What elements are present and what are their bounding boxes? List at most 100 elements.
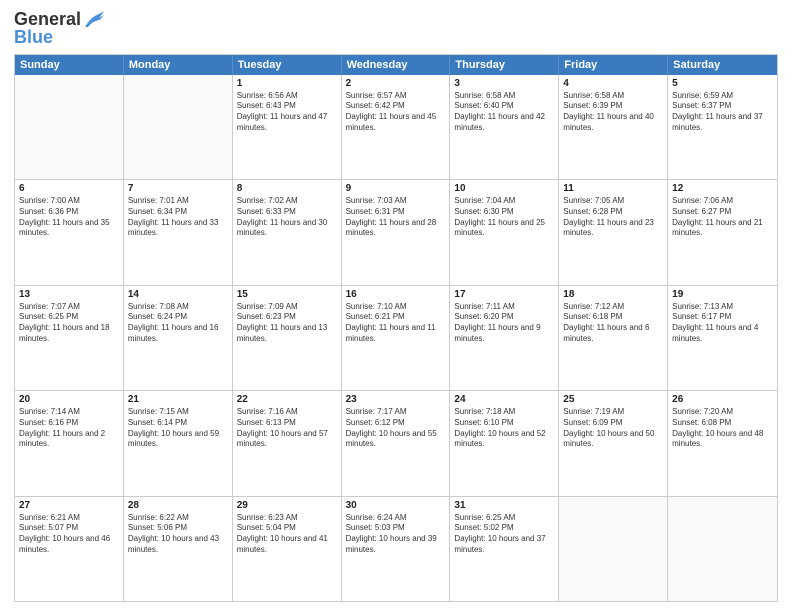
cell-info: Sunrise: 7:10 AMSunset: 6:21 PMDaylight:… [346,302,446,345]
day-number: 6 [19,183,119,194]
cell-info: Sunrise: 6:25 AMSunset: 5:02 PMDaylight:… [454,513,554,556]
cal-cell-day-1: 1 Sunrise: 6:56 AMSunset: 6:43 PMDaylight… [233,75,342,179]
cal-cell-day-27: 27 Sunrise: 6:21 AMSunset: 5:07 PMDayligh… [15,497,124,601]
cell-info: Sunrise: 7:12 AMSunset: 6:18 PMDaylight:… [563,302,663,345]
cal-cell-empty [124,75,233,179]
cell-info: Sunrise: 7:07 AMSunset: 6:25 PMDaylight:… [19,302,119,345]
day-number: 29 [237,500,337,511]
logo: General Blue [14,10,105,48]
cell-info: Sunrise: 7:16 AMSunset: 6:13 PMDaylight:… [237,407,337,450]
day-number: 11 [563,183,663,194]
cal-cell-day-29: 29 Sunrise: 6:23 AMSunset: 5:04 PMDayligh… [233,497,342,601]
day-number: 9 [346,183,446,194]
cell-info: Sunrise: 7:15 AMSunset: 6:14 PMDaylight:… [128,407,228,450]
cell-info: Sunrise: 7:08 AMSunset: 6:24 PMDaylight:… [128,302,228,345]
day-number: 4 [563,78,663,89]
cal-cell-day-2: 2 Sunrise: 6:57 AMSunset: 6:42 PMDaylight… [342,75,451,179]
cal-cell-day-14: 14 Sunrise: 7:08 AMSunset: 6:24 PMDayligh… [124,286,233,390]
cell-info: Sunrise: 6:57 AMSunset: 6:42 PMDaylight:… [346,91,446,134]
calendar: SundayMondayTuesdayWednesdayThursdayFrid… [14,54,778,602]
cal-cell-empty [15,75,124,179]
cal-cell-day-21: 21 Sunrise: 7:15 AMSunset: 6:14 PMDayligh… [124,391,233,495]
cal-cell-empty [668,497,777,601]
cal-week-1: 1 Sunrise: 6:56 AMSunset: 6:43 PMDaylight… [15,75,777,179]
cal-cell-day-15: 15 Sunrise: 7:09 AMSunset: 6:23 PMDayligh… [233,286,342,390]
cal-cell-day-25: 25 Sunrise: 7:19 AMSunset: 6:09 PMDayligh… [559,391,668,495]
cal-cell-day-4: 4 Sunrise: 6:58 AMSunset: 6:39 PMDaylight… [559,75,668,179]
cal-cell-day-6: 6 Sunrise: 7:00 AMSunset: 6:36 PMDaylight… [15,180,124,284]
cal-header-saturday: Saturday [668,55,777,75]
cell-info: Sunrise: 7:17 AMSunset: 6:12 PMDaylight:… [346,407,446,450]
cal-cell-day-12: 12Sunrise: 7:06 AMSunset: 6:27 PMDayligh… [668,180,777,284]
day-number: 5 [672,78,773,89]
day-number: 30 [346,500,446,511]
cal-header-tuesday: Tuesday [233,55,342,75]
day-number: 15 [237,289,337,300]
cal-cell-day-5: 5 Sunrise: 6:59 AMSunset: 6:37 PMDaylight… [668,75,777,179]
cal-cell-day-28: 28 Sunrise: 6:22 AMSunset: 5:06 PMDayligh… [124,497,233,601]
day-number: 2 [346,78,446,89]
cell-info: Sunrise: 6:24 AMSunset: 5:03 PMDaylight:… [346,513,446,556]
cell-info: Sunrise: 7:19 AMSunset: 6:09 PMDaylight:… [563,407,663,450]
cell-info: Sunrise: 7:09 AMSunset: 6:23 PMDaylight:… [237,302,337,345]
cal-cell-day-9: 9Sunrise: 7:03 AMSunset: 6:31 PMDaylight… [342,180,451,284]
cal-week-4: 20Sunrise: 7:14 AMSunset: 6:16 PMDayligh… [15,390,777,495]
cal-cell-day-13: 13Sunrise: 7:07 AMSunset: 6:25 PMDayligh… [15,286,124,390]
calendar-header: SundayMondayTuesdayWednesdayThursdayFrid… [15,55,777,75]
day-number: 31 [454,500,554,511]
day-number: 28 [128,500,228,511]
cal-cell-day-24: 24 Sunrise: 7:18 AMSunset: 6:10 PMDayligh… [450,391,559,495]
day-number: 17 [454,289,554,300]
header: General Blue [14,10,778,48]
day-number: 25 [563,394,663,405]
cell-info: Sunrise: 6:58 AMSunset: 6:39 PMDaylight:… [563,91,663,134]
cell-info: Sunrise: 6:59 AMSunset: 6:37 PMDaylight:… [672,91,773,134]
cell-info: Sunrise: 7:18 AMSunset: 6:10 PMDaylight:… [454,407,554,450]
cell-info: Sunrise: 7:02 AMSunset: 6:33 PMDaylight:… [237,196,337,239]
cell-info: Sunrise: 7:04 AMSunset: 6:30 PMDaylight:… [454,196,554,239]
cell-info: Sunrise: 6:23 AMSunset: 5:04 PMDaylight:… [237,513,337,556]
cell-info: Sunrise: 6:58 AMSunset: 6:40 PMDaylight:… [454,91,554,134]
logo-bird-svg [83,9,105,29]
day-number: 18 [563,289,663,300]
page: General Blue SundayMondayTuesdayWednesda… [0,0,792,612]
day-number: 8 [237,183,337,194]
cell-info: Sunrise: 6:21 AMSunset: 5:07 PMDaylight:… [19,513,119,556]
day-number: 27 [19,500,119,511]
cal-header-wednesday: Wednesday [342,55,451,75]
cal-cell-empty [559,497,668,601]
cal-cell-day-7: 7 Sunrise: 7:01 AMSunset: 6:34 PMDaylight… [124,180,233,284]
cal-cell-day-30: 30 Sunrise: 6:24 AMSunset: 5:03 PMDayligh… [342,497,451,601]
day-number: 10 [454,183,554,194]
cell-info: Sunrise: 7:05 AMSunset: 6:28 PMDaylight:… [563,196,663,239]
cal-cell-day-10: 10 Sunrise: 7:04 AMSunset: 6:30 PMDayligh… [450,180,559,284]
day-number: 26 [672,394,773,405]
cal-cell-day-3: 3Sunrise: 6:58 AMSunset: 6:40 PMDaylight… [450,75,559,179]
calendar-body: 1 Sunrise: 6:56 AMSunset: 6:43 PMDaylight… [15,75,777,601]
cal-cell-day-26: 26 Sunrise: 7:20 AMSunset: 6:08 PMDayligh… [668,391,777,495]
cal-cell-day-19: 19 Sunrise: 7:13 AMSunset: 6:17 PMDayligh… [668,286,777,390]
cell-info: Sunrise: 7:13 AMSunset: 6:17 PMDaylight:… [672,302,773,345]
cell-info: Sunrise: 7:11 AMSunset: 6:20 PMDaylight:… [454,302,554,345]
day-number: 14 [128,289,228,300]
cell-info: Sunrise: 7:01 AMSunset: 6:34 PMDaylight:… [128,196,228,239]
cal-cell-day-8: 8 Sunrise: 7:02 AMSunset: 6:33 PMDaylight… [233,180,342,284]
cell-info: Sunrise: 7:06 AMSunset: 6:27 PMDaylight:… [672,196,773,239]
cell-info: Sunrise: 7:20 AMSunset: 6:08 PMDaylight:… [672,407,773,450]
cal-header-monday: Monday [124,55,233,75]
cal-cell-day-16: 16 Sunrise: 7:10 AMSunset: 6:21 PMDayligh… [342,286,451,390]
cal-week-5: 27 Sunrise: 6:21 AMSunset: 5:07 PMDayligh… [15,496,777,601]
cell-info: Sunrise: 6:56 AMSunset: 6:43 PMDaylight:… [237,91,337,134]
day-number: 24 [454,394,554,405]
cal-cell-day-18: 18 Sunrise: 7:12 AMSunset: 6:18 PMDayligh… [559,286,668,390]
day-number: 19 [672,289,773,300]
day-number: 7 [128,183,228,194]
day-number: 21 [128,394,228,405]
cell-info: Sunrise: 7:00 AMSunset: 6:36 PMDaylight:… [19,196,119,239]
day-number: 16 [346,289,446,300]
cell-info: Sunrise: 6:22 AMSunset: 5:06 PMDaylight:… [128,513,228,556]
cal-cell-day-31: 31 Sunrise: 6:25 AMSunset: 5:02 PMDayligh… [450,497,559,601]
cal-header-friday: Friday [559,55,668,75]
cal-header-thursday: Thursday [450,55,559,75]
day-number: 1 [237,78,337,89]
